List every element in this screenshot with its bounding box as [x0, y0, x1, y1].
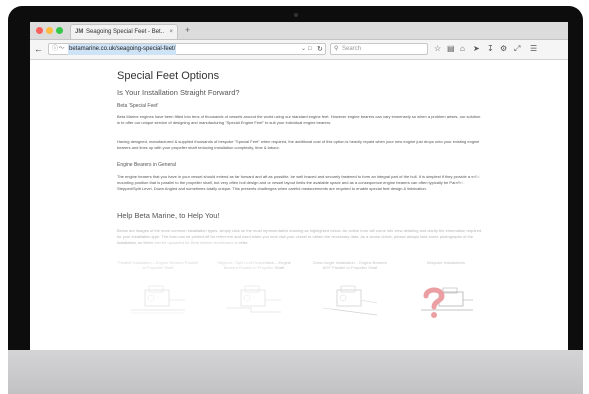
- search-icon: ⚲: [334, 46, 339, 52]
- paragraph-bespoke: Having designed, manufactured & supplied…: [117, 139, 480, 150]
- search-bar[interactable]: ⚲ Search: [330, 43, 428, 55]
- hamburger-menu-icon[interactable]: ☰: [530, 43, 537, 55]
- reload-icon[interactable]: ↻: [317, 44, 323, 55]
- section-heading-engine-bearers: Engine Bearers in General: [117, 162, 176, 168]
- minimize-window-icon[interactable]: [46, 27, 53, 34]
- tab-bar: JM Seagoing Special Feet - Bet... × +: [30, 22, 568, 40]
- installation-label: Stepped / Split Level Installation – Eng…: [217, 260, 291, 270]
- favicon-icon: JM: [75, 29, 84, 35]
- camera-icon: [294, 13, 298, 17]
- home-icon[interactable]: ⌂: [460, 43, 465, 55]
- download-icon[interactable]: ↧: [487, 43, 494, 55]
- monitor-chin: [8, 350, 583, 394]
- tab-close-icon[interactable]: ×: [169, 25, 173, 40]
- tab-title: Seagoing Special Feet - Bet...: [86, 29, 164, 35]
- page-subtitle: Is Your Installation Straight Forward?: [117, 88, 240, 97]
- close-window-icon[interactable]: [36, 27, 43, 34]
- page-content: Special Feet Options Is Your Installatio…: [30, 60, 568, 350]
- gear-icon[interactable]: ⚙: [500, 43, 507, 55]
- installation-label: Bespoke Installations: [427, 260, 465, 265]
- paragraph-help: Below are images of the more common inst…: [117, 228, 482, 245]
- tab-active[interactable]: JM Seagoing Special Feet - Bet... ×: [70, 24, 178, 39]
- back-arrow-icon[interactable]: ←: [34, 43, 43, 55]
- fullscreen-icon[interactable]: ⤢: [514, 43, 520, 55]
- bookmark-star-icon[interactable]: ☆: [434, 43, 441, 55]
- search-placeholder: Search: [342, 46, 362, 52]
- down-angle-engine-drawing[interactable]: [321, 284, 379, 320]
- browser-window: JM Seagoing Special Feet - Bet... × + ← …: [30, 22, 568, 350]
- stepped-engine-drawing[interactable]: [225, 284, 283, 320]
- library-icon[interactable]: ▤: [447, 43, 455, 55]
- installation-label: Down Angle Installation – Engine Bearers…: [313, 260, 387, 270]
- maximize-window-icon[interactable]: [56, 27, 63, 34]
- new-tab-button[interactable]: +: [185, 24, 190, 37]
- address-bar[interactable]: ⓘ 〜 betamarine.co.uk/seagoing-special-fe…: [48, 43, 326, 55]
- chevron-down-icon[interactable]: ⌄: [301, 44, 306, 55]
- send-icon[interactable]: ➤: [473, 43, 480, 55]
- reader-view-icon[interactable]: □: [308, 44, 312, 55]
- bespoke-engine-drawing[interactable]: [417, 284, 475, 320]
- info-icon[interactable]: ⓘ 〜: [52, 44, 65, 55]
- section-heading-special-feet: Beta 'Special Feet': [117, 103, 159, 109]
- help-heading: Help Beta Marine, to Help You!: [117, 211, 220, 220]
- installation-label: Parallel Installation – Engine Bearers P…: [117, 260, 199, 270]
- question-mark-icon: [423, 287, 445, 310]
- url-text[interactable]: betamarine.co.uk/seagoing-special-feet/: [68, 44, 177, 55]
- paragraph-intro: Beta Marine engines have been fitted int…: [117, 114, 481, 125]
- parallel-engine-drawing[interactable]: [129, 284, 187, 320]
- navigation-bar: ← ⓘ 〜 betamarine.co.uk/seagoing-special-…: [30, 40, 568, 60]
- page-title: Special Feet Options: [117, 70, 220, 82]
- paragraph-engine-bearers: The engine bearers that you have in your…: [117, 174, 480, 191]
